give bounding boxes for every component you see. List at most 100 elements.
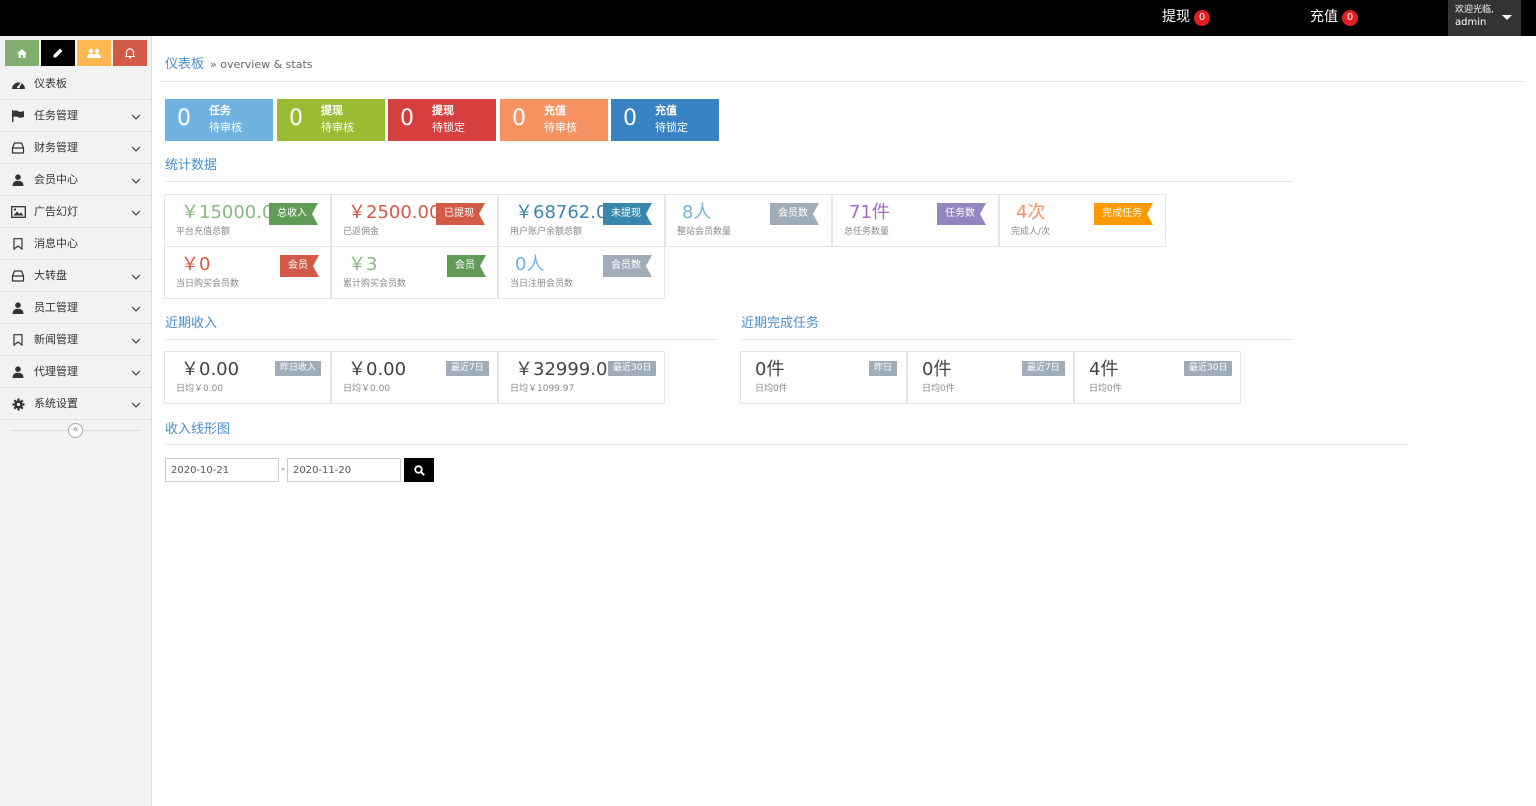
stat-ribbon: 已提现: [436, 203, 485, 225]
flag-icon: [10, 109, 26, 123]
stat-label: 已返佣金: [343, 227, 380, 237]
period-tag: 最近7日: [446, 361, 489, 376]
sidebar-item-agents[interactable]: 代理管理: [0, 356, 152, 388]
welcome-text: 欢迎光临,: [1455, 5, 1494, 15]
chevron-down-icon: [131, 174, 141, 188]
withdraw-link[interactable]: 提现 0: [1162, 0, 1210, 36]
sidebar-item-label: 代理管理: [34, 365, 78, 378]
sidebar-item-ads[interactable]: 广告幻灯: [0, 196, 152, 228]
shortcut-users-button[interactable]: [77, 40, 111, 66]
stat-label: 完成人/次: [1011, 227, 1051, 237]
tile-count: 0: [512, 106, 526, 131]
chevron-down-icon: [131, 142, 141, 156]
income-card-30days: ￥32999.00 日均￥1099.97 最近30日: [498, 351, 665, 404]
task-card-yesterday: 0件 日均0件 昨日: [740, 351, 907, 404]
shortcut-home-button[interactable]: [5, 40, 39, 66]
income-value: ￥0.00: [181, 359, 240, 380]
period-tag: 最近7日: [1022, 361, 1065, 376]
chevron-down-icon: [131, 270, 141, 284]
tile-status: 待审核: [544, 121, 577, 134]
sidebar-item-label: 广告幻灯: [34, 205, 78, 218]
income-chart-title: 收入线形图: [165, 422, 231, 437]
stat-card-members: 8人 整站会员数量 会员数: [665, 194, 832, 247]
stat-ribbon: 会员数: [603, 255, 652, 277]
task-daily-average: 日均0件: [1089, 384, 1122, 394]
tile-status: 待锁定: [432, 121, 465, 134]
tile-status: 待审核: [321, 121, 354, 134]
recharge-label: 充值: [1310, 9, 1338, 25]
task-value: 0件: [755, 359, 785, 380]
sidebar-item-wheel[interactable]: 大转盘: [0, 260, 152, 292]
bookmark-icon: [10, 333, 26, 347]
sidebar-shortcuts: [5, 40, 147, 66]
sidebar-item-tasks[interactable]: 任务管理: [0, 100, 152, 132]
sidebar-item-settings[interactable]: 系统设置: [0, 388, 152, 420]
stat-label: 用户账户余额总额: [510, 227, 583, 237]
stat-label: 累计购买会员数: [343, 279, 407, 289]
stat-ribbon: 总收入: [269, 203, 318, 225]
sidebar-item-label: 员工管理: [34, 301, 78, 314]
page-title[interactable]: 仪表板: [165, 57, 204, 72]
sidebar-item-messages[interactable]: 消息中心: [0, 228, 152, 260]
user-icon: [10, 301, 26, 315]
sidebar-item-staff[interactable]: 员工管理: [0, 292, 152, 324]
caret-down-icon: [1502, 15, 1512, 20]
divider: [165, 181, 1293, 182]
stat-label: 当日购买会员数: [176, 279, 240, 289]
tile-task-review[interactable]: 0 任务 待审核: [165, 99, 273, 141]
chevron-down-icon: [131, 366, 141, 380]
stat-value: 0人: [515, 254, 545, 275]
tile-withdraw-lock[interactable]: 0 提现 待锁定: [388, 99, 496, 141]
sidebar-item-finance[interactable]: 财务管理: [0, 132, 152, 164]
sidebar-item-dashboard[interactable]: 仪表板: [0, 68, 152, 100]
search-button[interactable]: [404, 458, 434, 482]
stat-value: ￥2500.00: [348, 202, 441, 223]
sidebar-item-label: 会员中心: [34, 173, 78, 186]
task-value: 4件: [1089, 359, 1119, 380]
sidebar-item-label: 消息中心: [34, 237, 78, 250]
user-menu[interactable]: 欢迎光临, admin: [1448, 0, 1521, 36]
divider: [165, 444, 1408, 445]
withdraw-label: 提现: [1162, 9, 1190, 25]
stat-value: 71件: [849, 202, 890, 223]
period-tag: 昨日收入: [275, 361, 322, 376]
tasks-section-title: 近期完成任务: [741, 316, 820, 331]
sidebar-item-news[interactable]: 新闻管理: [0, 324, 152, 356]
divider: [165, 339, 717, 340]
stat-label: 当日注册会员数: [510, 279, 574, 289]
stat-ribbon: 未提现: [603, 203, 652, 225]
tile-label: 任务: [209, 104, 231, 117]
stat-value: 8人: [682, 202, 712, 223]
tile-recharge-lock[interactable]: 0 充值 待锁定: [611, 99, 719, 141]
tile-label: 充值: [655, 104, 677, 117]
sidebar-item-members[interactable]: 会员中心: [0, 164, 152, 196]
tile-count: 0: [289, 106, 303, 131]
chevron-down-icon: [131, 398, 141, 412]
stat-card-completions: 4次 完成人/次 完成任务: [999, 194, 1166, 247]
income-section-title: 近期收入: [165, 316, 218, 331]
sidebar-collapse-row: «: [0, 422, 152, 438]
pencil-icon: [53, 48, 63, 58]
tile-recharge-review[interactable]: 0 充值 待审核: [500, 99, 608, 141]
end-date-input[interactable]: [287, 458, 401, 482]
period-tag: 最近30日: [1184, 361, 1233, 376]
income-daily-average: 日均￥0.00: [343, 384, 391, 394]
sidebar-collapse-button[interactable]: «: [68, 423, 83, 438]
task-card-30days: 4件 日均0件 最近30日: [1074, 351, 1241, 404]
stat-card-tasks: 71件 总任务数量 任务数: [832, 194, 999, 247]
shortcut-pencil-button[interactable]: [41, 40, 75, 66]
tile-withdraw-review[interactable]: 0 提现 待审核: [277, 99, 385, 141]
recharge-link[interactable]: 充值 0: [1310, 0, 1358, 36]
stat-ribbon: 会员: [280, 255, 319, 277]
top-navbar: 提现 0 充值 0 欢迎光临, admin: [0, 0, 1536, 36]
home-icon: [17, 48, 27, 58]
start-date-input[interactable]: [165, 458, 279, 482]
tile-label: 提现: [432, 104, 454, 117]
bookmark-icon: [10, 237, 26, 251]
chevron-down-icon: [131, 206, 141, 220]
shortcut-bell-button[interactable]: [113, 40, 147, 66]
chevron-down-icon: [131, 334, 141, 348]
tile-label: 充值: [544, 104, 566, 117]
image-icon: [10, 205, 26, 219]
task-daily-average: 日均0件: [755, 384, 788, 394]
